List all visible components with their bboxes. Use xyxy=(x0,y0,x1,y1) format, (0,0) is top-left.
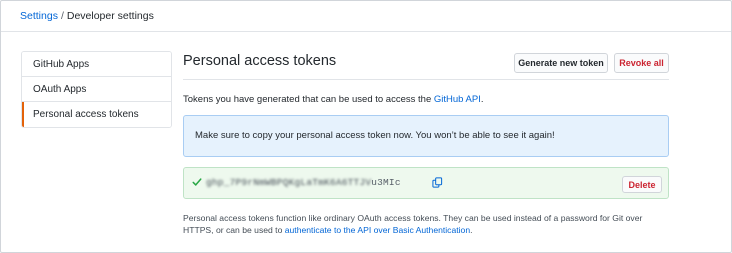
clipboard-icon[interactable] xyxy=(432,177,443,188)
delete-token-button[interactable]: Delete xyxy=(622,176,662,193)
check-icon xyxy=(192,178,202,186)
github-api-link[interactable]: GitHub API xyxy=(434,94,481,105)
token-value-suffix: u3MIc xyxy=(371,177,401,188)
intro-text-suffix: . xyxy=(480,94,484,105)
settings-window: Settings / Developer settings GitHub Apps … xyxy=(0,0,732,253)
footnote-suffix: . xyxy=(470,225,473,235)
page-header: Personal access tokens Generate new toke… xyxy=(183,49,669,80)
sidebar-item-label: OAuth Apps xyxy=(33,84,87,95)
sidebar-item-github-apps[interactable]: GitHub Apps xyxy=(22,52,171,77)
main-content: Personal access tokens Generate new toke… xyxy=(183,49,669,235)
flash-message: Make sure to copy your personal access t… xyxy=(195,130,555,141)
sidebar-item-oauth-apps[interactable]: OAuth Apps xyxy=(22,77,171,102)
token-value[interactable]: ghp_7P9rNmWBPQKgLaTmK6A6TTJVu3MIc xyxy=(206,177,401,188)
tokens-footnote: Personal access tokens function like ord… xyxy=(183,212,669,236)
breadcrumb: Settings / Developer settings xyxy=(1,1,731,32)
basic-auth-link[interactable]: authenticate to the API over Basic Authe… xyxy=(285,225,470,235)
developer-settings-sidebar: GitHub Apps OAuth Apps Personal access t… xyxy=(21,51,172,128)
sidebar-item-label: GitHub Apps xyxy=(33,59,90,70)
copy-token-flash-notice: Make sure to copy your personal access t… xyxy=(183,115,669,157)
sidebar-item-label: Personal access tokens xyxy=(33,109,139,120)
sidebar-item-personal-access-tokens[interactable]: Personal access tokens xyxy=(22,102,171,127)
breadcrumb-settings-link[interactable]: Settings xyxy=(20,10,58,22)
intro-text-body: Tokens you have generated that can be us… xyxy=(183,94,434,105)
intro-text: Tokens you have generated that can be us… xyxy=(183,94,484,105)
token-value-redacted: ghp_7P9rNmWBPQKgLaTmK6A6TTJV xyxy=(206,177,372,188)
page-title: Personal access tokens xyxy=(183,53,337,69)
breadcrumb-separator: / xyxy=(60,10,64,22)
generate-new-token-button[interactable]: Generate new token xyxy=(514,53,608,73)
token-item: ghp_7P9rNmWBPQKgLaTmK6A6TTJVu3MIc Delete xyxy=(183,167,669,199)
breadcrumb-current: Developer settings xyxy=(66,10,154,22)
revoke-all-button[interactable]: Revoke all xyxy=(614,53,669,73)
